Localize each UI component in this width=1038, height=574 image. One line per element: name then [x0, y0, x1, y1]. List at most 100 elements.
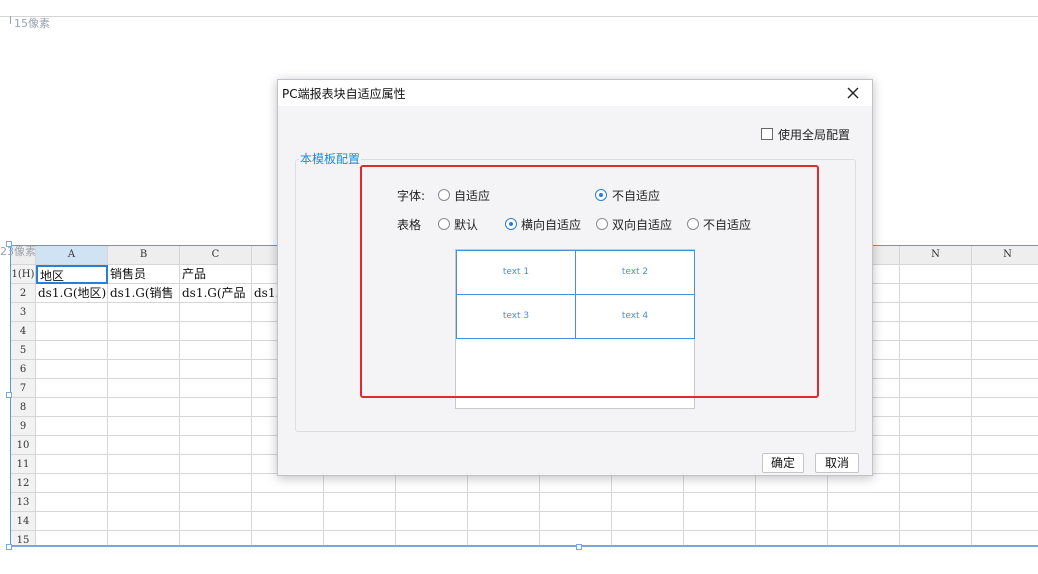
sheet-cell[interactable] [36, 303, 108, 322]
sheet-cell[interactable] [540, 512, 612, 531]
row-header[interactable]: 5 [11, 341, 36, 360]
sheet-cell[interactable] [828, 512, 900, 531]
sheet-cell[interactable] [36, 379, 108, 398]
sheet-cell[interactable] [324, 512, 396, 531]
sheet-cell[interactable] [828, 474, 900, 493]
sheet-cell[interactable] [108, 303, 180, 322]
sheet-cell[interactable] [900, 360, 972, 379]
sheet-cell[interactable] [612, 474, 684, 493]
sheet-cell[interactable] [180, 455, 252, 474]
sheet-cell[interactable] [972, 322, 1038, 341]
sheet-cell[interactable]: ds1.G(产品 [180, 284, 252, 303]
column-header[interactable]: N [900, 246, 972, 265]
sheet-cell[interactable] [972, 417, 1038, 436]
column-header[interactable]: A [36, 246, 108, 265]
sheet-cell[interactable] [324, 493, 396, 512]
sheet-cell[interactable] [468, 512, 540, 531]
sheet-cell[interactable] [972, 398, 1038, 417]
sheet-cell[interactable] [972, 284, 1038, 303]
sheet-cell[interactable] [36, 417, 108, 436]
row-header[interactable]: 2 [11, 284, 36, 303]
sheet-cell[interactable] [900, 265, 972, 284]
sheet-cell[interactable] [900, 474, 972, 493]
sheet-cell[interactable] [108, 455, 180, 474]
row-header[interactable]: 12 [11, 474, 36, 493]
sheet-cell[interactable] [612, 512, 684, 531]
sheet-cell[interactable] [180, 512, 252, 531]
resize-handle[interactable] [6, 392, 12, 398]
sheet-cell[interactable] [180, 341, 252, 360]
sheet-cell[interactable] [108, 360, 180, 379]
sheet-cell[interactable] [180, 360, 252, 379]
sheet-cell[interactable]: 地区 [36, 265, 108, 284]
row-header[interactable]: 6 [11, 360, 36, 379]
row-header[interactable]: 10 [11, 436, 36, 455]
sheet-cell[interactable] [612, 493, 684, 512]
sheet-cell[interactable]: ds1.G(地区) [36, 284, 108, 303]
row-header[interactable]: 3 [11, 303, 36, 322]
sheet-cell[interactable] [108, 493, 180, 512]
column-header[interactable]: C [180, 246, 252, 265]
sheet-cell[interactable] [36, 455, 108, 474]
resize-handle[interactable] [576, 544, 582, 550]
sheet-cell[interactable] [900, 512, 972, 531]
sheet-cell[interactable] [900, 303, 972, 322]
row-header[interactable]: 7 [11, 379, 36, 398]
sheet-cell[interactable] [972, 436, 1038, 455]
sheet-cell[interactable] [180, 436, 252, 455]
sheet-cell[interactable] [108, 398, 180, 417]
row-header[interactable]: 1(H) [11, 265, 36, 284]
sheet-cell[interactable] [972, 493, 1038, 512]
use-global-checkbox[interactable] [761, 128, 773, 140]
row-header[interactable]: 11 [11, 455, 36, 474]
sheet-cell[interactable] [828, 493, 900, 512]
sheet-cell[interactable] [36, 398, 108, 417]
sheet-cell[interactable] [36, 322, 108, 341]
sheet-cell[interactable] [900, 455, 972, 474]
sheet-cell[interactable] [972, 512, 1038, 531]
sheet-cell[interactable] [540, 474, 612, 493]
sheet-cell[interactable]: ds1.G(销售 [108, 284, 180, 303]
column-header[interactable]: B [108, 246, 180, 265]
sheet-cell[interactable] [108, 379, 180, 398]
sheet-cell[interactable] [900, 322, 972, 341]
row-header[interactable]: 8 [11, 398, 36, 417]
ok-button[interactable]: 确定 [762, 453, 804, 473]
sheet-cell[interactable] [36, 360, 108, 379]
sheet-cell[interactable] [180, 417, 252, 436]
sheet-cell[interactable] [36, 512, 108, 531]
close-icon[interactable] [843, 83, 863, 103]
resize-handle[interactable] [6, 241, 12, 247]
row-header[interactable]: 4 [11, 322, 36, 341]
sheet-cell[interactable] [756, 493, 828, 512]
sheet-cell[interactable] [108, 417, 180, 436]
sheet-cell[interactable] [180, 474, 252, 493]
sheet-cell[interactable] [180, 493, 252, 512]
sheet-cell[interactable] [396, 493, 468, 512]
sheet-cell[interactable] [900, 341, 972, 360]
sheet-cell[interactable] [36, 436, 108, 455]
sheet-cell[interactable] [900, 436, 972, 455]
sheet-cell[interactable] [972, 265, 1038, 284]
sheet-cell[interactable] [684, 493, 756, 512]
sheet-cell[interactable] [396, 512, 468, 531]
sheet-cell[interactable] [540, 493, 612, 512]
sheet-cell[interactable] [36, 341, 108, 360]
sheet-cell[interactable] [108, 474, 180, 493]
sheet-cell[interactable] [36, 493, 108, 512]
sheet-cell[interactable] [900, 398, 972, 417]
sheet-cell[interactable] [972, 303, 1038, 322]
sheet-cell[interactable] [972, 455, 1038, 474]
row-header[interactable]: 13 [11, 493, 36, 512]
sheet-cell[interactable] [108, 512, 180, 531]
sheet-cell[interactable] [108, 436, 180, 455]
sheet-cell[interactable] [684, 474, 756, 493]
sheet-cell[interactable]: 产品 [180, 265, 252, 284]
sheet-cell[interactable] [180, 322, 252, 341]
sheet-cell[interactable] [900, 284, 972, 303]
sheet-cell[interactable] [468, 474, 540, 493]
sheet-cell[interactable]: 销售员 [108, 265, 180, 284]
sheet-cell[interactable] [468, 493, 540, 512]
row-header[interactable]: 9 [11, 417, 36, 436]
sheet-cell[interactable] [972, 341, 1038, 360]
